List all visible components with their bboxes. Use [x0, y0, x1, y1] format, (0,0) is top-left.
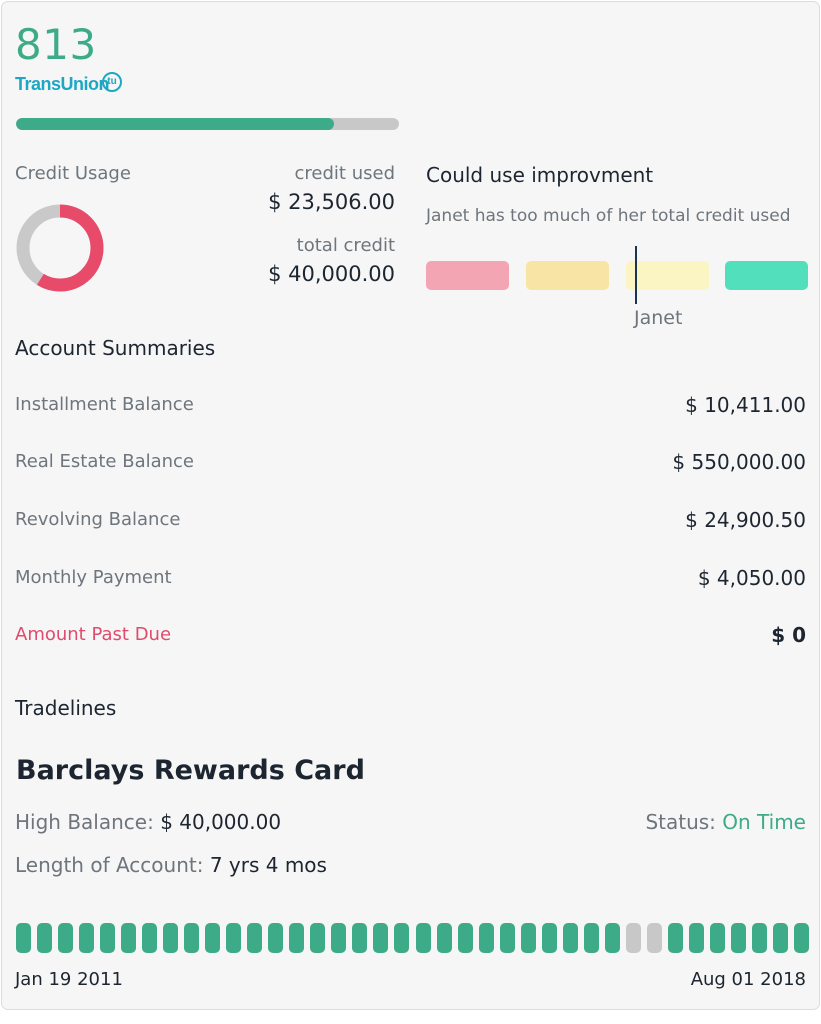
- payment-history-month: [458, 923, 473, 953]
- payment-history-month: [79, 923, 94, 953]
- installment-balance-value: $ 10,411.00: [685, 393, 806, 417]
- payment-history-month: [563, 923, 578, 953]
- assessment-message: Janet has too much of her total credit u…: [426, 206, 791, 226]
- payment-history-month: [710, 923, 725, 953]
- payment-history-month: [416, 923, 431, 953]
- credit-usage-title: Credit Usage: [15, 163, 131, 184]
- assessment-title: Could use improvment: [426, 163, 654, 187]
- payment-history-month: [16, 923, 31, 953]
- monthly-payment-value: $ 4,050.00: [697, 566, 806, 590]
- payment-history-month: [689, 923, 704, 953]
- revolving-balance-value: $ 24,900.50: [685, 508, 806, 532]
- payment-history-month: [121, 923, 136, 953]
- scale-marker: [635, 246, 637, 304]
- total-credit-label: total credit: [296, 235, 395, 256]
- payment-history-month: [647, 923, 662, 953]
- payment-history-month: [479, 923, 494, 953]
- real-estate-balance-label: Real Estate Balance: [15, 451, 195, 472]
- payment-history-month: [668, 923, 683, 953]
- payment-history-month: [331, 923, 346, 953]
- payment-history-month: [58, 923, 73, 953]
- bureau-name: TransUnion: [15, 74, 110, 94]
- payment-history-month: [584, 923, 599, 953]
- length-value: 7 yrs 4 mos: [209, 853, 327, 877]
- payment-history-month: [394, 923, 409, 953]
- credit-used-label: credit used: [294, 163, 395, 184]
- payment-history-month: [773, 923, 788, 953]
- real-estate-balance-value: $ 550,000.00: [672, 450, 806, 474]
- length-label: Length of Account:: [15, 853, 204, 877]
- scale-segment-poor: [426, 261, 509, 290]
- status-label: Status:: [645, 810, 716, 834]
- scale-segment-fair: [526, 261, 609, 290]
- payment-history-bar: [16, 923, 809, 953]
- amount-past-due-value: $ 0: [771, 623, 806, 647]
- payment-history-month: [373, 923, 388, 953]
- payment-history-month: [521, 923, 536, 953]
- payment-history-month: [268, 923, 283, 953]
- history-start-date: Jan 19 2011: [15, 969, 123, 990]
- account-length: Length of Account: 7 yrs 4 mos: [15, 853, 327, 877]
- tradeline-account-name: Barclays Rewards Card: [16, 755, 365, 786]
- amount-past-due-label: Amount Past Due: [15, 624, 172, 645]
- payment-history-month: [100, 923, 115, 953]
- transunion-logo: TransUnion tu: [15, 72, 122, 104]
- installment-balance-label: Installment Balance: [15, 394, 194, 415]
- payment-history-month: [605, 923, 620, 953]
- payment-history-month: [626, 923, 641, 953]
- bureau-badge-icon: tu: [102, 72, 122, 92]
- scale-segment-excellent: [725, 261, 808, 290]
- account-status: Status: On Time: [645, 810, 806, 834]
- history-end-date: Aug 01 2018: [690, 969, 806, 990]
- payment-history-month: [205, 923, 220, 953]
- payment-history-month: [542, 923, 557, 953]
- account-summaries-title: Account Summaries: [15, 336, 216, 360]
- payment-history-month: [37, 923, 52, 953]
- credit-usage-donut: [16, 204, 104, 292]
- payment-history-month: [247, 923, 262, 953]
- payment-history-month: [142, 923, 157, 953]
- status-value: On Time: [722, 810, 806, 834]
- scale-marker-label: Janet: [634, 307, 683, 329]
- payment-history-month: [794, 923, 809, 953]
- monthly-payment-label: Monthly Payment: [15, 567, 172, 588]
- payment-history-month: [163, 923, 178, 953]
- payment-history-month: [289, 923, 304, 953]
- payment-history-month: [437, 923, 452, 953]
- payment-history-month: [752, 923, 767, 953]
- payment-history-month: [310, 923, 325, 953]
- score-progress-fill: [16, 118, 334, 130]
- scale-segment-good: [626, 261, 709, 290]
- credit-score: 813: [15, 20, 97, 69]
- payment-history-month: [226, 923, 241, 953]
- revolving-balance-label: Revolving Balance: [15, 509, 181, 530]
- score-progress-bar: [16, 118, 399, 130]
- payment-history-month: [731, 923, 746, 953]
- total-credit-value: $ 40,000.00: [268, 262, 395, 286]
- high-balance-value: $ 40,000.00: [160, 810, 282, 834]
- payment-history-month: [352, 923, 367, 953]
- high-balance: High Balance: $ 40,000.00: [15, 810, 281, 834]
- high-balance-label: High Balance:: [15, 810, 154, 834]
- credit-used-value: $ 23,506.00: [268, 190, 395, 214]
- payment-history-month: [500, 923, 515, 953]
- payment-history-month: [184, 923, 199, 953]
- tradelines-title: Tradelines: [15, 696, 117, 720]
- credit-report-card: 813 TransUnion tu Credit Usage credit us…: [1, 1, 820, 1010]
